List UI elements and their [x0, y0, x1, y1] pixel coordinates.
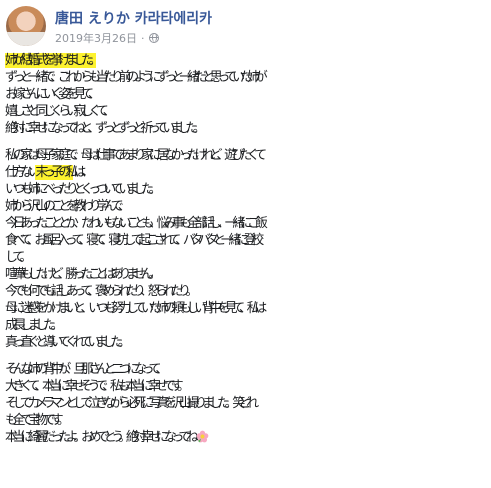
- facebook-post: 唐田 えりか 카라타에리카 2019年3月26日 · 姉が結婚式を挙げました。 …: [0, 0, 491, 488]
- text-segment: 本当に綺麗だったよ。おめでとう。絶対幸せになってね: [5, 430, 199, 445]
- text-line: 絶対に幸せになってねと、ずっとずっと祈っていました。: [5, 121, 206, 136]
- text-line: 私の家は母子家庭で、母は仕事であまり家に居なかったけれど、遊びたくて: [5, 148, 267, 163]
- meta-separator: ·: [141, 31, 145, 45]
- paragraph-2: 私の家は母子家庭で、母は仕事であまり家に居なかったけれど、遊びたくて 仕方ない末…: [5, 147, 489, 351]
- text-line: 本当に綺麗だったよ。おめでとう。絶対幸せになってね: [5, 429, 489, 446]
- text-segment: は、: [73, 165, 94, 180]
- highlighted-text: 姉が結婚式を挙げました。: [5, 53, 102, 68]
- profile-avatar[interactable]: [6, 6, 46, 46]
- globe-icon[interactable]: [148, 33, 159, 43]
- paragraph-1: 姉が結婚式を挙げました。 ずっと一緒で、これからも当たり前のようにずっと一緒だと…: [5, 52, 489, 137]
- text-line: 成長しました。: [5, 318, 64, 333]
- text-line: 姉が結婚式を挙げました。: [5, 52, 489, 69]
- text-line: して。: [5, 250, 32, 265]
- blossom-emoji-icon: [196, 430, 208, 443]
- post-date[interactable]: 2019年3月26日: [55, 30, 137, 46]
- text-line: 姉から沢山のことを教わり学んで、: [5, 199, 131, 214]
- text-line: そしてカメラマンとして泣きながら必死に写真を沢山撮りました。笑 どれ: [5, 396, 259, 411]
- text-line: そんな姉の背中が、旦那さんと二つになって、: [5, 362, 168, 377]
- text-line: お嫁さんにいく姿を見て、: [5, 87, 101, 102]
- text-line: ずっと一緒で、これからも当たり前のようにずっと一緒だと思っていた姉が: [5, 70, 268, 85]
- text-line: も全て宝物です。: [5, 413, 70, 428]
- text-line: 母に迷惑をかけまいと、いつも努力していた姉の頼もしい背中を見て、私は: [5, 301, 267, 316]
- post-header: 唐田 えりか 카라타에리카 2019年3月26日 ·: [0, 0, 491, 52]
- text-line: いつも姉にべったりとくっついていました。: [5, 182, 162, 197]
- text-line: 大きくて、本当に幸せそうで、私も本当に幸せです。: [5, 379, 190, 394]
- author-name[interactable]: 唐田 えりか 카라타에리카: [55, 8, 212, 28]
- paragraph-3: そんな姉の背中が、旦那さんと二つになって、 大きくて、本当に幸せそうで、私も本当…: [5, 361, 489, 446]
- text-line: 今日あったこととか、たわいもないことも、悩み事も全部話し、一緒にご飯: [5, 216, 268, 231]
- text-line: 今でも何でも話しあって、褒められたり、怒られたり。: [5, 284, 198, 299]
- text-line: 食べて、お風呂入って、寝て、寝坊して起こされて、バタバタと一緒に登校: [5, 233, 264, 248]
- post-body: 姉が結婚式を挙げました。 ずっと一緒で、これからも当たり前のようにずっと一緒だと…: [5, 52, 489, 456]
- post-meta: 2019年3月26日 ·: [55, 30, 159, 46]
- text-line: 嬉しさと同じくらい寂しくて、: [5, 104, 116, 119]
- text-segment: 仕方ない: [5, 165, 41, 180]
- highlighted-text: 末っ子の私: [35, 165, 79, 180]
- text-line: 喧嘩もしたけど、勝ったことはありません。: [5, 267, 161, 282]
- text-line: 仕方ない末っ子の私は、: [5, 164, 489, 181]
- text-line: 真っ直ぐと導いてくれていました。: [5, 335, 131, 350]
